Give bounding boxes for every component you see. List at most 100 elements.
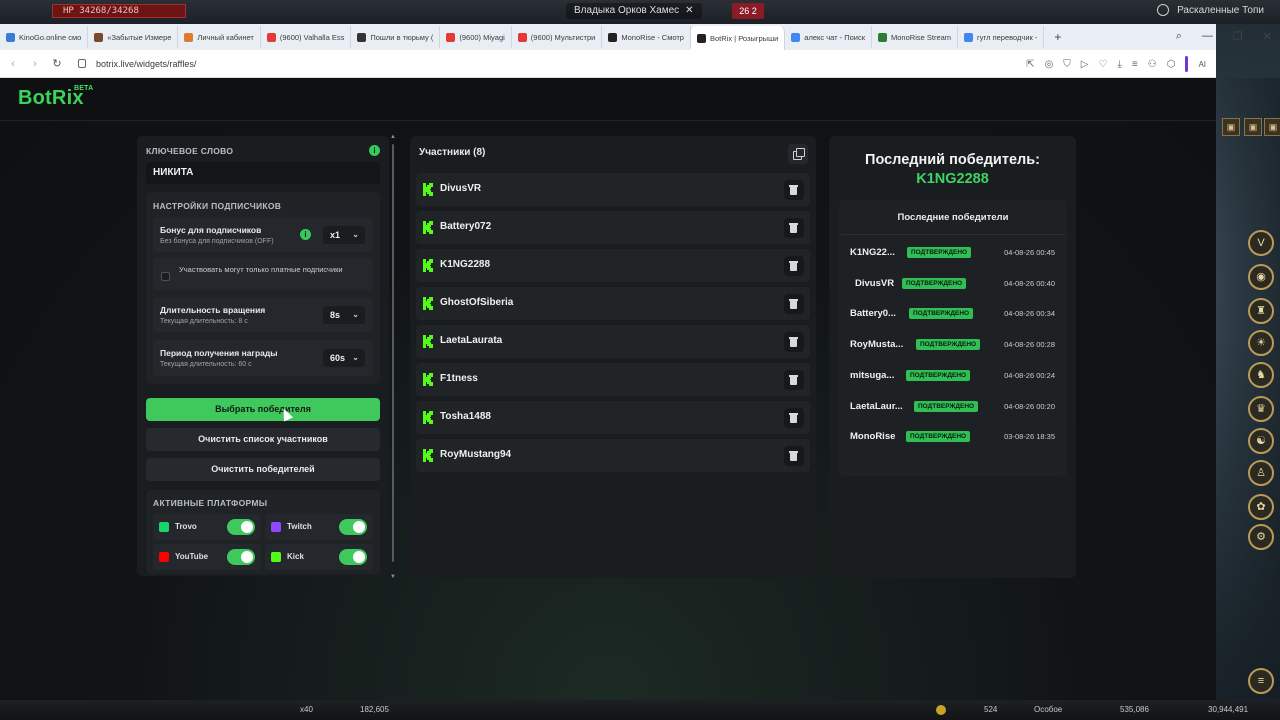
trash-icon[interactable] — [784, 294, 804, 314]
play-icon[interactable]: ▷ — [1081, 59, 1089, 70]
tab-favicon-icon — [517, 32, 527, 42]
trash-icon[interactable] — [784, 218, 804, 238]
address-bar-actions: ⇱ ◎ ⛉ ▷ ♡ ⤓ ≡ ⚇ ⬡ AI — [1026, 56, 1206, 72]
tab-label: «Забытые Измере — [107, 32, 172, 42]
shield-icon[interactable]: ⛉ — [1063, 59, 1071, 70]
scroll-up-icon[interactable]: ▲ — [390, 134, 396, 140]
botrix-logo[interactable]: BotRix BETA — [18, 85, 93, 110]
profile-icon[interactable]: ⚇ — [1148, 59, 1157, 70]
spin-duration-title: Длительность вращения — [160, 305, 266, 315]
game-menu-icon[interactable]: ♙ — [1248, 460, 1274, 486]
spin-duration-select[interactable]: 8s ⌄ — [323, 306, 365, 324]
search-tabs-icon[interactable]: ⌕ — [1176, 30, 1182, 43]
browser-tab[interactable]: Пошли в тюрьму ( — [351, 26, 441, 48]
ammo-count: x40 — [300, 705, 313, 714]
browser-tab[interactable]: (9600) Мультистри — [512, 26, 603, 48]
game-slot-icon[interactable]: ▣ — [1244, 118, 1262, 136]
ai-button[interactable]: AI — [1198, 60, 1206, 69]
tab-favicon-icon — [964, 32, 974, 42]
forward-icon[interactable]: › — [24, 58, 46, 70]
pick-winner-button[interactable]: Выбрать победителя — [146, 398, 380, 421]
browser-tab[interactable]: MonoRise Stream — [872, 26, 959, 48]
share-icon[interactable]: ⇱ — [1026, 59, 1034, 70]
copy-icon[interactable] — [788, 144, 808, 164]
paid-only-checkbox[interactable] — [161, 272, 170, 281]
info-icon[interactable]: i — [369, 145, 380, 156]
browser-tab[interactable]: (9600) Miyagi — [440, 26, 512, 48]
scrollbar-thumb[interactable] — [392, 144, 394, 562]
game-menu-icon[interactable]: ♜ — [1248, 298, 1274, 324]
trash-icon[interactable] — [784, 370, 804, 390]
trash-icon[interactable] — [784, 180, 804, 200]
trash-icon[interactable] — [784, 446, 804, 466]
tab-label: (9600) Valhalla Ess — [279, 32, 345, 42]
winner-row: K1NG22... ПОДТВЕРЖДЕНО 04-08-26 00:45 — [841, 242, 1065, 264]
chevron-down-icon: ⌄ — [352, 310, 359, 319]
close-window-icon[interactable]: ✕ — [1263, 30, 1272, 43]
youtube-toggle[interactable] — [227, 549, 255, 565]
minimize-icon[interactable]: — — [1202, 30, 1213, 43]
new-tab-icon[interactable]: + — [1044, 30, 1071, 44]
participant-row: LaetaLaurata — [416, 325, 810, 358]
tab-favicon-icon — [878, 32, 888, 42]
winners-panel: Последний победитель: K1NG2288 Последние… — [829, 136, 1076, 578]
game-menu-icon[interactable]: ≡ — [1248, 668, 1274, 694]
game-menu-icon[interactable]: ✿ — [1248, 494, 1274, 520]
winner-name: LaetaLaur... — [850, 400, 903, 412]
game-slot-icon[interactable]: ▣ — [1264, 118, 1280, 136]
camera-icon[interactable]: ◎ — [1045, 59, 1054, 70]
game-menu-icon[interactable]: ⚙ — [1248, 524, 1274, 550]
game-menu-icon[interactable]: ♛ — [1248, 396, 1274, 422]
trash-icon[interactable] — [784, 256, 804, 276]
recent-winners-title: Последние победители — [897, 212, 1009, 223]
trovo-toggle[interactable] — [227, 519, 255, 535]
reload-icon[interactable]: ↻ — [46, 57, 68, 70]
browser-tab[interactable]: «Забытые Измере — [88, 26, 179, 48]
subscriber-settings-title: НАСТРОЙКИ ПОДПИСЧИКОВ — [153, 201, 282, 211]
status-badge: ПОДТВЕРЖДЕНО — [914, 400, 979, 412]
browser-tab[interactable]: BotRix | Розыгрыши — [690, 26, 786, 50]
download-icon[interactable]: ⤓ — [1117, 59, 1121, 70]
browser-tab[interactable]: (9600) Valhalla Ess — [261, 26, 352, 48]
trash-icon[interactable] — [784, 408, 804, 428]
back-icon[interactable]: ‹ — [2, 58, 24, 70]
bonus-info-icon[interactable]: i — [300, 229, 311, 240]
close-icon[interactable]: ✕ — [685, 3, 693, 19]
browser-tab[interactable]: алекс чат - Поиск — [785, 26, 873, 48]
heart-icon[interactable]: ♡ — [1099, 59, 1108, 70]
keyword-input[interactable]: НИКИТА — [146, 162, 380, 184]
claim-period-select[interactable]: 60s ⌄ — [323, 349, 365, 367]
game-menu-icon[interactable]: ◉ — [1248, 264, 1274, 290]
twitch-toggle[interactable] — [339, 519, 367, 535]
game-menu-icon[interactable]: ☀ — [1248, 330, 1274, 356]
game-menu-icon[interactable]: ☯ — [1248, 428, 1274, 454]
scroll-down-icon[interactable]: ▼ — [390, 574, 396, 580]
browser-tab[interactable]: KinoGo.online смо — [0, 26, 89, 48]
extension-icon[interactable]: ⬡ — [1167, 59, 1176, 70]
tab-favicon-icon — [357, 32, 367, 42]
participant-name: GhostOfSiberia — [440, 297, 514, 308]
claim-period-subtitle: Текущая длительность: 60 с — [160, 361, 252, 368]
kick-icon — [423, 221, 433, 234]
browser-tab[interactable]: Личный кабинет — [178, 26, 261, 48]
game-menu-icon[interactable]: V — [1248, 230, 1274, 256]
browser-tab[interactable]: гугл переводчик - — [958, 26, 1045, 48]
window-title-text: Владыка Орков Хамес — [574, 5, 680, 16]
platform-name: Twitch — [287, 522, 312, 531]
trash-icon[interactable] — [784, 332, 804, 352]
settings-scrollbar[interactable]: ▲ ▼ — [390, 134, 396, 580]
participant-row: F1tness — [416, 363, 810, 396]
menu-icon[interactable]: ≡ — [1132, 59, 1138, 70]
url-field[interactable]: botrix.live/widgets/raffles/ — [96, 59, 196, 69]
clear-participants-button[interactable]: Очистить список участников — [146, 428, 380, 451]
kick-toggle[interactable] — [339, 549, 367, 565]
restore-icon[interactable]: ❐ — [1233, 30, 1243, 43]
game-slot-icon[interactable]: ▣ — [1222, 118, 1240, 136]
compass-icon — [1157, 4, 1170, 16]
browser-tab[interactable]: MonoRise - Смотр — [602, 26, 691, 48]
paid-only-row[interactable]: Участвовать могут только платные подписч… — [153, 258, 373, 290]
winner-timestamp: 04-08-26 00:40 — [1004, 278, 1055, 288]
bonus-select[interactable]: x1 ⌄ — [323, 226, 365, 244]
game-menu-icon[interactable]: ♞ — [1248, 362, 1274, 388]
clear-winners-button[interactable]: Очистить победителей — [146, 458, 380, 481]
